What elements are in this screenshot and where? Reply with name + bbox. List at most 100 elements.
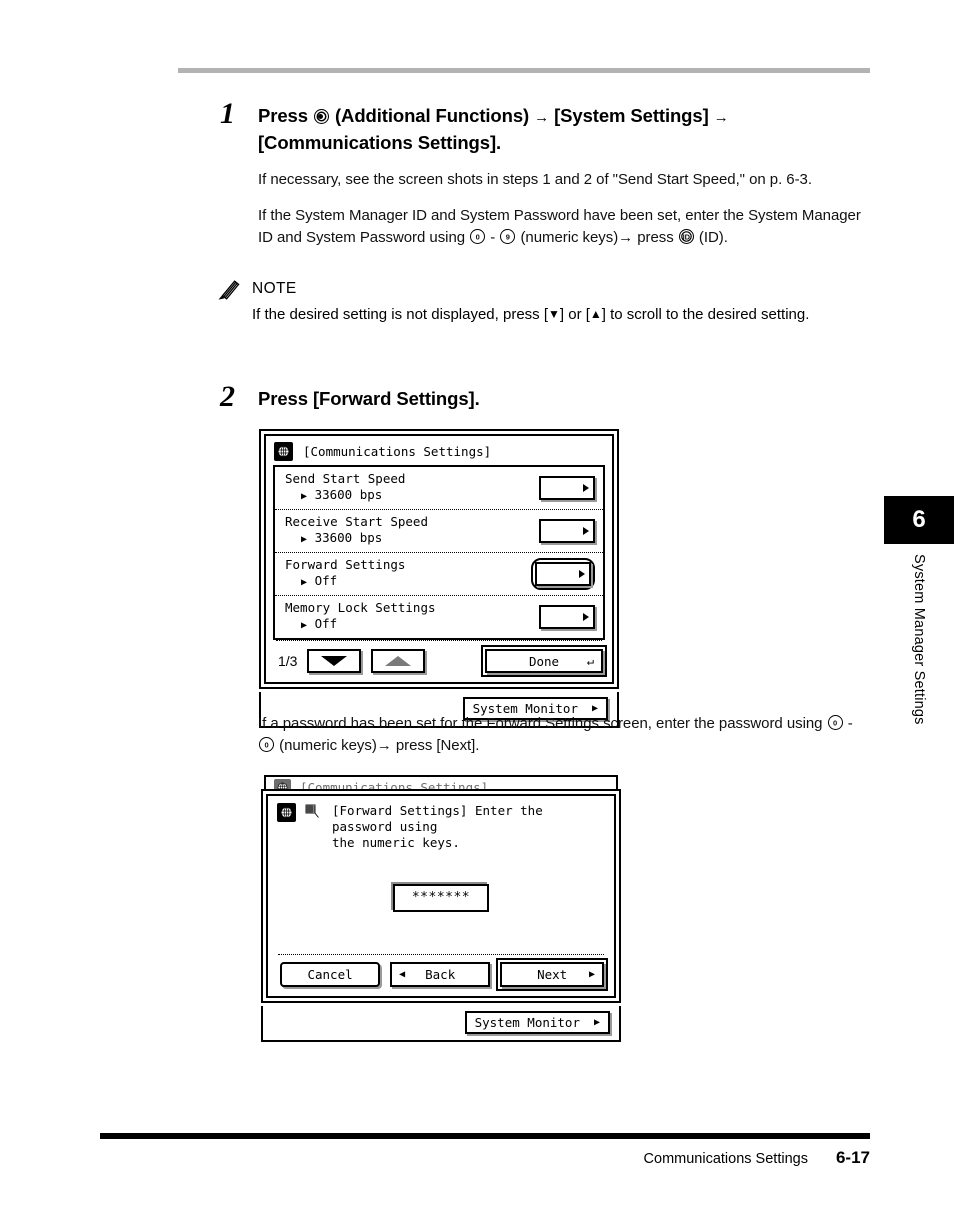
cancel-button[interactable]: Cancel xyxy=(280,962,381,987)
chevron-up-icon xyxy=(385,656,412,666)
chevron-left-icon: ◀ xyxy=(399,969,406,980)
system-monitor-label-2: System Monitor xyxy=(474,1015,580,1030)
note-text: If the desired setting is not displayed,… xyxy=(252,303,858,326)
done-button[interactable]: Done ↵ xyxy=(481,645,607,677)
row-value: 33600 bps xyxy=(314,530,383,545)
row-value-group: ▶ Off xyxy=(285,573,405,591)
step-1-number: 1 xyxy=(220,97,235,130)
row-label: Forward Settings xyxy=(285,557,406,572)
step-1-p2-dash: - xyxy=(490,229,496,246)
row-label: Receive Start Speed xyxy=(285,514,428,529)
page-footer: Communications Settings 6-17 xyxy=(100,1148,870,1168)
note-header: NOTE xyxy=(218,278,858,300)
globe-icon xyxy=(274,442,293,461)
step-1-heading-system-settings: [System Settings] xyxy=(554,105,709,126)
row-value: Off xyxy=(314,616,338,631)
footer-divider xyxy=(100,1133,870,1139)
scroll-down-glyph-icon: ▼ xyxy=(548,307,560,321)
system-monitor-button-2[interactable]: System Monitor ▶ xyxy=(464,1011,610,1034)
next-button-label: Next xyxy=(537,967,568,982)
arrow-right-icon-4: → xyxy=(376,737,392,754)
page-indicator: 1/3 xyxy=(278,653,298,669)
step-1-heading-addfn: (Additional Functions) xyxy=(335,105,530,126)
open-forward-settings-button[interactable] xyxy=(535,562,591,586)
step-1-p2-text-b: (numeric keys) xyxy=(520,229,619,246)
password-field-area: ******* xyxy=(268,855,614,954)
chevron-right-icon-3: ▶ xyxy=(593,1017,600,1028)
row-open-button-wrap xyxy=(539,476,595,500)
step-2-number: 2 xyxy=(220,380,235,413)
password-input[interactable]: ******* xyxy=(393,883,489,912)
password-prompt-text: [Forward Settings] Enter the password us… xyxy=(332,803,605,851)
bullet-triangle-icon: ▶ xyxy=(301,577,308,588)
list-item-send-start-speed[interactable]: Send Start Speed ▶ 33600 bps xyxy=(275,467,603,509)
list-item-memory-lock-settings[interactable]: Memory Lock Settings ▶ Off xyxy=(275,595,603,638)
lcd-inner-frame-2: [Forward Settings] Enter the password us… xyxy=(266,794,616,998)
open-send-start-speed-button[interactable] xyxy=(539,476,595,500)
row-text-group: Send Start Speed ▶ 33600 bps xyxy=(285,471,405,505)
scroll-up-button[interactable] xyxy=(371,649,426,673)
done-button-label: Done xyxy=(528,653,560,669)
arrow-right-icon-3: → xyxy=(618,229,634,246)
step-1-p2-text-c: press xyxy=(637,229,674,246)
step-1-paragraph-1: If necessary, see the screen shots in st… xyxy=(258,171,812,188)
return-arrow-icon: ↵ xyxy=(586,654,594,668)
pointing-hand-icon xyxy=(305,804,319,818)
numeric-key-0-icon xyxy=(470,229,486,244)
numeric-key-9-icon xyxy=(500,229,516,244)
footer-page-number: 6-17 xyxy=(835,1148,870,1167)
mid-p-text-a: If a password has been set for the Forwa… xyxy=(258,715,823,732)
row-text-group: Receive Start Speed ▶ 33600 bps xyxy=(285,514,428,548)
row-open-button-wrap xyxy=(539,605,595,629)
row-open-button-wrap xyxy=(539,519,595,543)
settings-list: Send Start Speed ▶ 33600 bps Receive Sta… xyxy=(273,465,605,640)
bullet-triangle-icon: ▶ xyxy=(301,534,308,545)
password-value: ******* xyxy=(411,890,471,905)
bullet-triangle-icon: ▶ xyxy=(301,620,308,631)
footer-section-title: Communications Settings xyxy=(643,1151,808,1167)
note-title: NOTE xyxy=(252,280,297,297)
mid-p-dash: - xyxy=(847,715,853,732)
row-value-group: ▶ 33600 bps xyxy=(285,487,405,505)
back-button[interactable]: ◀ Back xyxy=(390,962,491,987)
chapter-label-text: System Manager Settings xyxy=(911,554,927,725)
mid-p-text-c: press [Next]. xyxy=(395,737,480,754)
chevron-down-icon xyxy=(321,656,348,666)
list-item-forward-settings[interactable]: Forward Settings ▶ Off xyxy=(275,552,603,595)
lcd-screen-communications-settings: [Communications Settings] Send Start Spe… xyxy=(259,429,619,728)
row-label: Memory Lock Settings xyxy=(285,600,436,615)
scroll-down-button[interactable] xyxy=(307,649,362,673)
step-1-heading-press: Press xyxy=(258,105,308,126)
chapter-tab-number: 6 xyxy=(884,496,954,544)
prompt-line-2: the numeric keys. xyxy=(332,835,460,850)
numeric-key-9-icon-b xyxy=(259,737,274,752)
password-prompt: [Forward Settings] Enter the password us… xyxy=(268,796,614,855)
mid-p-text-b: (numeric keys) xyxy=(279,737,377,754)
cancel-button-label: Cancel xyxy=(307,967,353,982)
open-receive-start-speed-button[interactable] xyxy=(539,519,595,543)
back-button-label: Back xyxy=(425,967,456,982)
row-open-button-wrap-highlighted xyxy=(531,558,595,590)
mid-paragraph: If a password has been set for the Forwa… xyxy=(258,713,872,757)
row-text-group: Memory Lock Settings ▶ Off xyxy=(285,600,436,634)
lcd-inner-frame: [Communications Settings] Send Start Spe… xyxy=(264,434,614,684)
chapter-tab-label: System Manager Settings xyxy=(884,548,954,778)
additional-functions-icon xyxy=(313,109,329,124)
chevron-right-icon-2: ▶ xyxy=(588,969,595,980)
chapter-number: 6 xyxy=(912,506,926,533)
row-value: 33600 bps xyxy=(314,487,383,502)
step-1-heading: Press (Additional Functions) → [System S… xyxy=(258,103,873,155)
list-item-receive-start-speed[interactable]: Receive Start Speed ▶ 33600 bps xyxy=(275,509,603,552)
id-key-icon xyxy=(678,229,694,244)
header-divider xyxy=(178,68,870,73)
step-1-heading-comm-settings: [Communications Settings]. xyxy=(258,132,502,153)
globe-icon-2 xyxy=(277,803,296,822)
next-button[interactable]: Next ▶ xyxy=(495,957,609,992)
step-2: 2 Press [Forward Settings]. xyxy=(220,380,873,413)
step-1: 1 Press (Additional Functions) → [System… xyxy=(220,97,873,249)
row-label: Send Start Speed xyxy=(285,471,406,486)
note-text-b: ] or [ xyxy=(559,306,590,323)
lcd-outer-frame-2: [Forward Settings] Enter the password us… xyxy=(261,789,621,1003)
open-memory-lock-settings-button[interactable] xyxy=(539,605,595,629)
note-text-a: If the desired setting is not displayed,… xyxy=(252,306,548,323)
